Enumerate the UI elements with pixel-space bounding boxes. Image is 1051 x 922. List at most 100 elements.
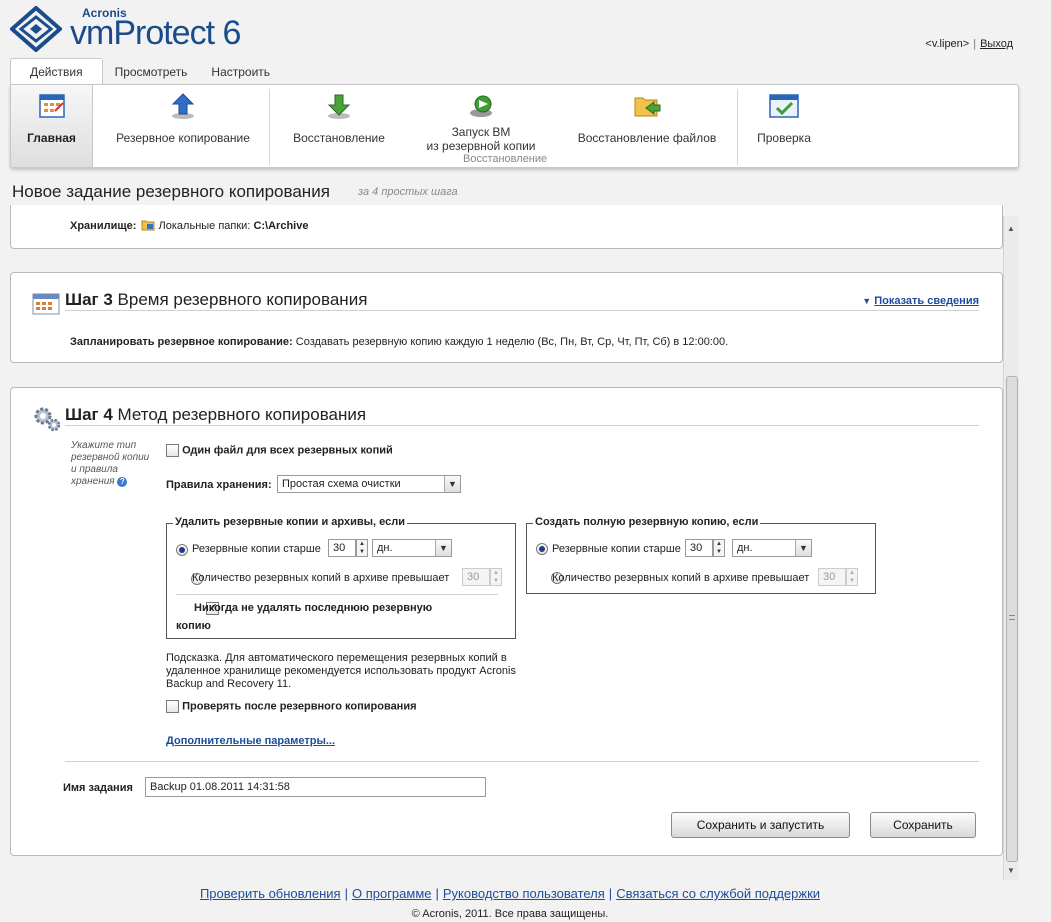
save-button[interactable]: Сохранить [870, 812, 976, 838]
ribbon-file-restore-button[interactable]: Восстановление файлов [567, 85, 727, 167]
retention-rules-select[interactable]: Простая схема очистки ▼ [277, 475, 461, 493]
step4-title: Метод резервного копирования [117, 405, 367, 424]
ribbon-restore-label: Восстановление [293, 131, 385, 145]
single-file-label[interactable]: Один файл для всех резервных копий [182, 444, 393, 456]
logout-link[interactable]: Выход [980, 38, 1013, 50]
gears-icon [34, 407, 61, 432]
delete-group-legend: Удалить резервные копии и архивы, если [173, 516, 407, 528]
tab-configure[interactable]: Настроить [199, 59, 282, 86]
full-older-radio[interactable] [536, 543, 548, 556]
footer-separator: | [608, 886, 613, 901]
ribbon-backup-button[interactable]: Резервное копирование [103, 85, 263, 167]
check-updates-link[interactable]: Проверить обновления [200, 886, 341, 901]
contact-support-link[interactable]: Связаться со службой поддержки [616, 886, 820, 901]
step4-number: Шаг 4 [65, 405, 113, 424]
footer-separator: | [435, 886, 439, 901]
help-line: резервной копии [71, 452, 150, 463]
validate-after-backup-label[interactable]: Проверять после резервного копирования [182, 700, 416, 712]
storage-label: Хранилище: [70, 220, 137, 232]
full-group-legend: Создать полную резервную копию, если [533, 516, 761, 528]
step4-divider [65, 425, 979, 426]
validate-after-backup-checkbox[interactable] [166, 700, 179, 713]
delete-group-divider [176, 594, 498, 595]
validate-check-icon [769, 94, 799, 118]
about-link[interactable]: О программе [352, 886, 432, 901]
help-line: и правила [71, 464, 118, 475]
thumb-grip [1009, 615, 1015, 620]
scroll-up-arrow-icon[interactable]: ▲ [1007, 224, 1015, 233]
ribbon-validate-label: Проверка [757, 131, 811, 145]
folder-restore-icon [634, 97, 661, 117]
step4-panel: Шаг 4 Метод резервного копирования Укажи… [10, 387, 1003, 856]
scrollbar-thumb[interactable] [1006, 376, 1018, 862]
full-count-value-input: 30 [818, 568, 846, 586]
page-subtitle: за 4 простых шага [358, 186, 458, 198]
full-older-label[interactable]: Резервные копии старше [552, 543, 681, 555]
delete-older-radio[interactable] [176, 543, 188, 556]
single-file-checkbox[interactable] [166, 444, 179, 457]
chevron-down-icon: ▼ [435, 540, 451, 556]
acronis-logo-icon [10, 6, 62, 52]
product-version: 6 [222, 14, 242, 52]
tab-actions[interactable]: Действия [10, 58, 103, 85]
schedule-row: Запланировать резервное копирование: Соз… [70, 336, 728, 348]
task-name-label: Имя задания [63, 782, 133, 794]
step3-title: Время резервного копирования [117, 290, 368, 309]
delete-backups-group: Удалить резервные копии и архивы, если Р… [166, 516, 516, 639]
user-separator: | [973, 38, 977, 50]
local-folder-icon [141, 220, 155, 231]
ribbon-validate-button[interactable]: Проверка [741, 85, 827, 167]
hint-line: Backup and Recovery 11. [166, 678, 292, 690]
never-delete-label-2[interactable]: копию [176, 620, 211, 632]
ribbon-backup-label: Резервное копирование [116, 131, 250, 145]
ribbon-run-vm-label-1: Запуск ВМ [451, 125, 511, 139]
user-area: <v.lipen> | Выход [925, 38, 1013, 50]
run-vm-icon [470, 95, 492, 117]
advanced-options-link[interactable]: Дополнительные параметры... [166, 735, 335, 747]
content-scrollbar[interactable]: ▲ ▼ [1003, 216, 1019, 880]
product-name-text: vmProtect [70, 14, 215, 52]
delete-count-value-input: 30 [462, 568, 490, 586]
page-title: Новое задание резервного копирования [12, 182, 330, 201]
ribbon-restore-button[interactable]: Восстановление [279, 85, 399, 167]
delete-older-label[interactable]: Резервные копии старше [192, 543, 321, 555]
schedule-value: Создавать резервную копию каждую 1 недел… [295, 336, 729, 348]
ribbon-divider [269, 89, 270, 165]
delete-count-label[interactable]: Количество резервных копий в архиве прев… [192, 572, 449, 584]
show-details-label[interactable]: Показать сведения [874, 295, 979, 307]
storage-type: Локальные папки: [158, 220, 251, 232]
ribbon-toolbar: Главная Резервное копирование Восстановл… [10, 84, 1019, 168]
copyright: © Acronis, 2011. Все права защищены. [411, 908, 609, 920]
full-older-spinner[interactable]: ▲ ▼ [713, 539, 725, 557]
full-older-unit-select[interactable]: дн. ▼ [732, 539, 812, 557]
step2-panel: Хранилище: Локальные папки: C:\Archive [10, 205, 1003, 249]
show-details-link[interactable]: ▼ Показать сведения [862, 295, 979, 307]
step3-heading: Шаг 3 Время резервного копирования [65, 290, 367, 310]
user-guide-link[interactable]: Руководство пользователя [443, 886, 605, 901]
full-older-unit-value: дн. [737, 542, 753, 554]
step3-divider [65, 310, 979, 311]
chevron-down-icon: ▼ [444, 476, 460, 492]
ribbon-home-button[interactable]: Главная [11, 85, 93, 167]
delete-older-value-input[interactable]: 30 [328, 539, 356, 557]
ribbon-home-label: Главная [27, 131, 76, 145]
full-count-label[interactable]: Количество резервных копий в архиве прев… [552, 572, 809, 584]
delete-count-spinner: ▲ ▼ [490, 568, 502, 586]
help-question-icon[interactable]: ? [117, 477, 128, 487]
chevron-down-icon: ▼ [795, 540, 811, 556]
full-backup-group: Создать полную резервную копию, если Рез… [526, 516, 876, 594]
delete-older-unit-select[interactable]: дн. ▼ [372, 539, 452, 557]
full-count-spinner: ▲ ▼ [846, 568, 858, 586]
task-name-input[interactable]: Backup 01.08.2011 14:31:58 [145, 777, 486, 797]
never-delete-label-1[interactable]: Никогда не удалять последнюю резервную [194, 602, 432, 614]
full-older-value-input[interactable]: 30 [685, 539, 713, 557]
delete-older-spinner[interactable]: ▲ ▼ [356, 539, 368, 557]
tab-view[interactable]: Просмотреть [103, 59, 200, 86]
single-file-row: Один файл для всех резервных копий [166, 444, 393, 457]
footer-links: Проверить обновления | О программе | Руковод… [0, 886, 1020, 901]
retention-rules-value: Простая схема очистки [282, 478, 401, 490]
scroll-down-arrow-icon[interactable]: ▼ [1007, 866, 1015, 875]
save-and-run-button[interactable]: Сохранить и запустить [671, 812, 850, 838]
step4-heading: Шаг 4 Метод резервного копирования [65, 405, 366, 425]
calendar-home-icon [38, 94, 65, 118]
